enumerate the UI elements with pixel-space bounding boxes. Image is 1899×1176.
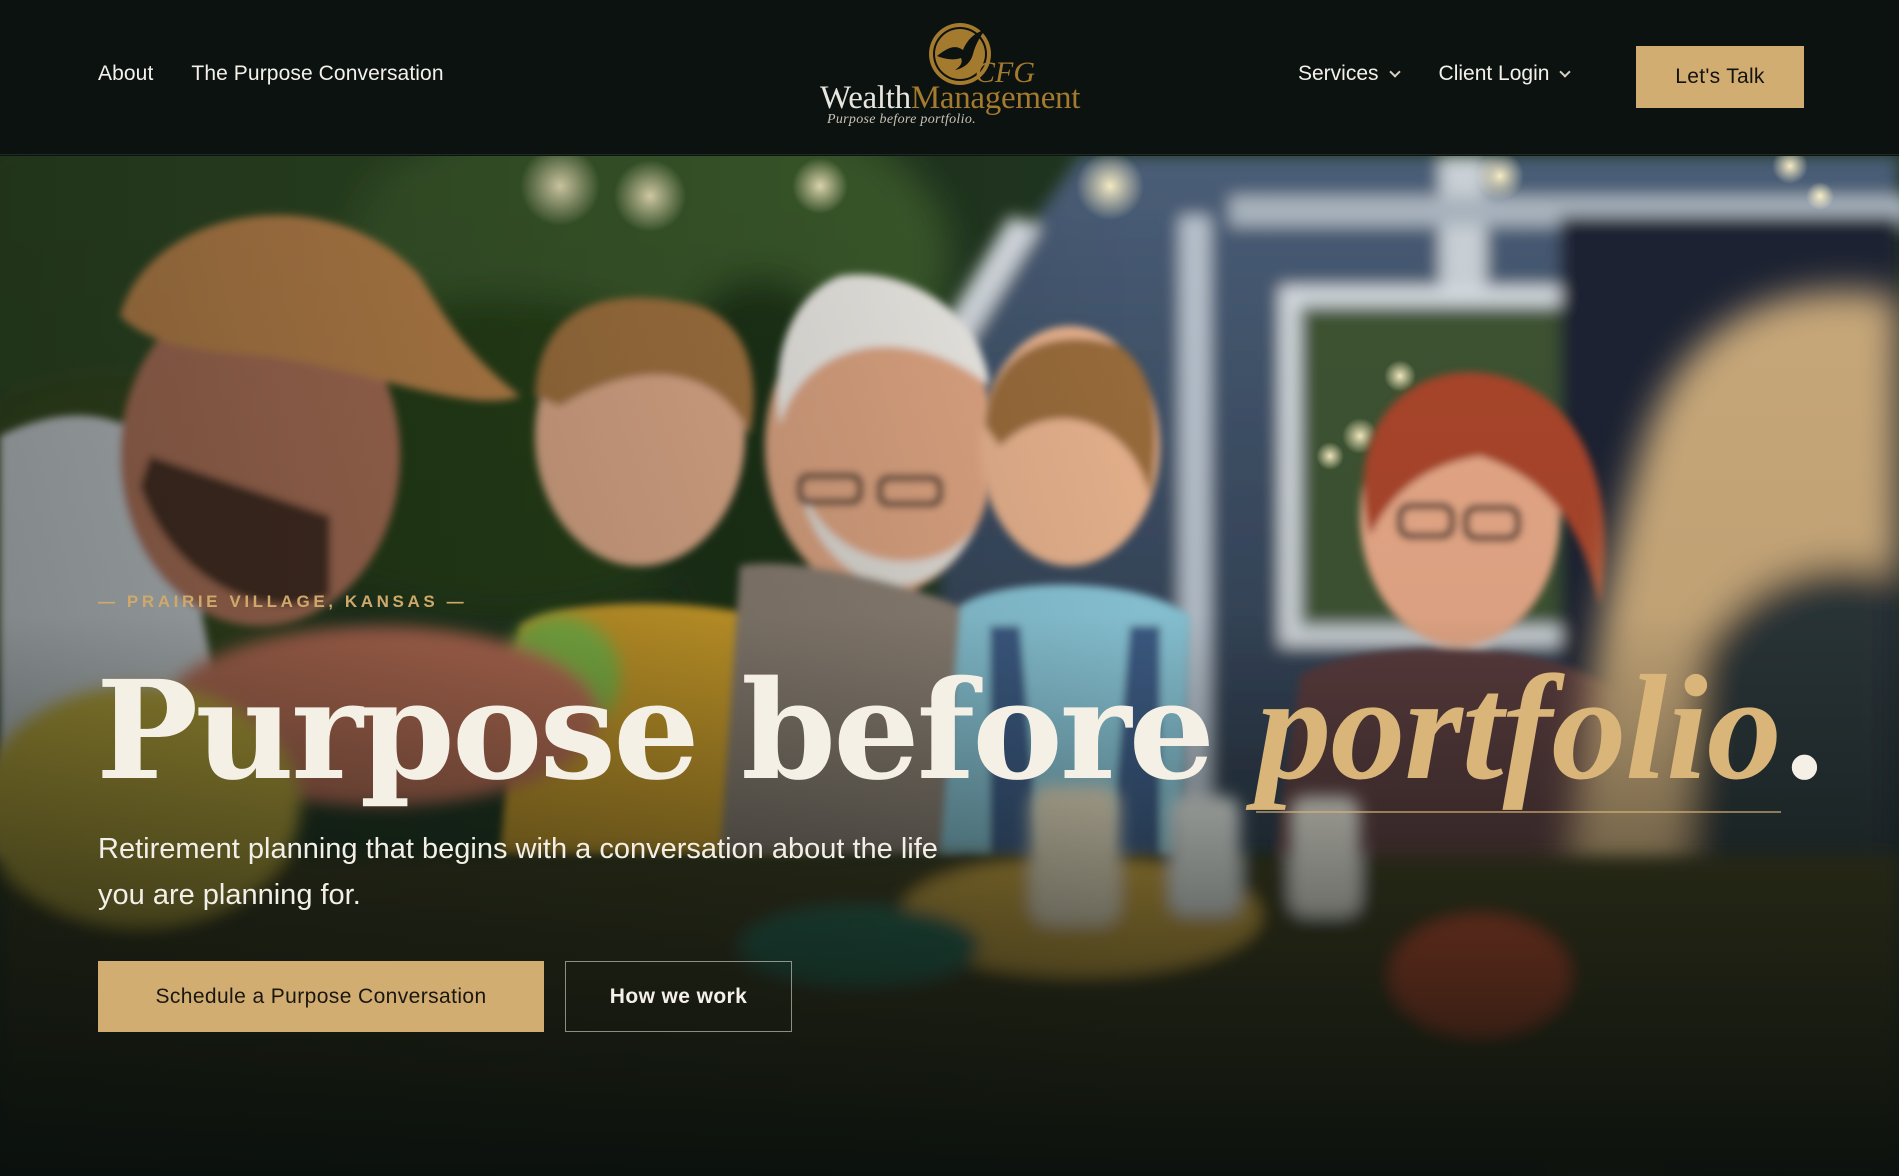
nav-dropdown-client-login[interactable]: Client Login (1438, 62, 1572, 86)
secondary-nav: Services Client Login (1298, 62, 1572, 86)
site-logo[interactable]: CFG WealthManagement Purpose before port… (815, 22, 1085, 134)
logo-word-wealth: Wealth (820, 80, 911, 116)
chevron-down-icon (1559, 65, 1572, 78)
how-we-work-button[interactable]: How we work (565, 961, 792, 1032)
nav-link-purpose-conversation[interactable]: The Purpose Conversation (191, 62, 443, 86)
nav-link-about[interactable]: About (98, 62, 153, 86)
hero-location-eyebrow: — PRAIRIE VILLAGE, KANSAS — (98, 592, 468, 611)
hero-headline-main: Purpose before (96, 651, 1257, 811)
chevron-down-icon (1388, 65, 1401, 78)
logo-word-management: Management (910, 80, 1081, 116)
hero-headline-accent: portfolio (1256, 645, 1782, 813)
lets-talk-button[interactable]: Let's Talk (1636, 46, 1804, 108)
primary-nav: About The Purpose Conversation (98, 62, 444, 86)
nav-dropdown-services-label: Services (1298, 62, 1379, 85)
logo-wordmark: WealthManagement (820, 82, 1080, 115)
schedule-conversation-button[interactable]: Schedule a Purpose Conversation (98, 961, 544, 1032)
logo-tagline: Purpose before portfolio. (827, 112, 976, 127)
hero-headline-period: . (1780, 651, 1828, 811)
site-header: About The Purpose Conversation CFG Wealt… (0, 0, 1899, 155)
nav-dropdown-services[interactable]: Services (1298, 62, 1401, 86)
nav-dropdown-client-login-label: Client Login (1438, 62, 1550, 85)
hero-section: — PRAIRIE VILLAGE, KANSAS — Purpose befo… (0, 156, 1899, 1176)
hero-subheadline: Retirement planning that begins with a c… (98, 833, 938, 911)
hero-headline: Purpose before portfolio. (96, 645, 1828, 813)
